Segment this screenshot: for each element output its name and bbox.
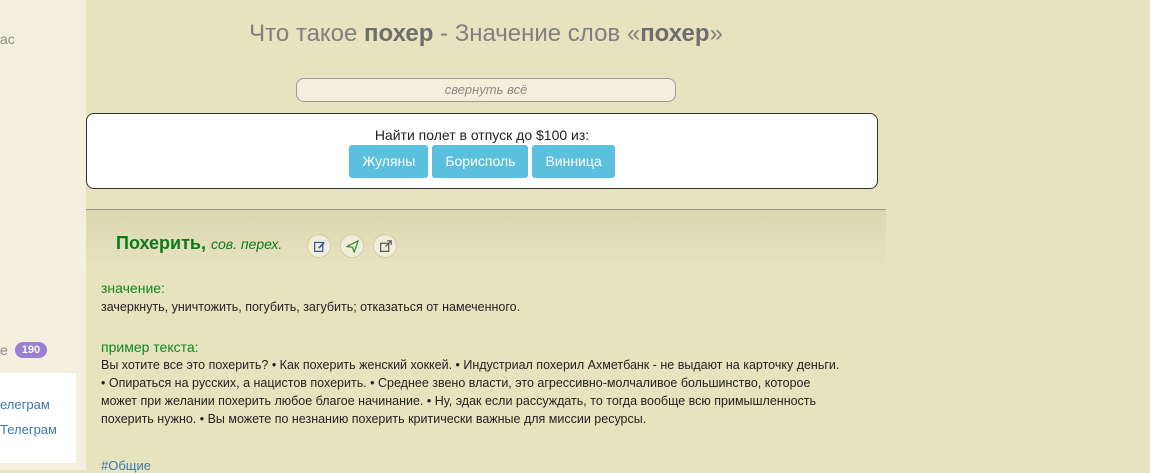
example-line-2: • Опираться на русских, а нацистов похер… <box>101 376 811 390</box>
count-badge: 190 <box>14 342 48 358</box>
entry-actions <box>307 234 397 258</box>
airport-button-vinnytsia[interactable]: Винница <box>532 145 615 178</box>
title-prefix: Что такое <box>249 20 365 47</box>
title-suffix: » <box>709 20 723 47</box>
example-line-3: может при желании похерить любое благое … <box>101 394 817 408</box>
title-word: похер <box>364 20 434 47</box>
example-line-1: Вы хотите все это похерить? • Как похери… <box>101 358 840 372</box>
hashtag-link[interactable]: #Общие <box>101 458 151 473</box>
telegram-link-2[interactable]: Телеграм <box>0 422 57 437</box>
example-label: пример текста: <box>101 339 199 355</box>
sidebar: ас е 190 елеграм Телеграм <box>0 0 86 470</box>
grammar-note: сов. перех. <box>211 236 283 252</box>
meaning-text: зачеркнуть, уничтожить, погубить, загуби… <box>101 300 521 314</box>
sidebar-count-label: е <box>0 342 8 358</box>
title-middle: - Значение слов « <box>433 20 641 47</box>
sidebar-top-text: ас <box>0 31 15 47</box>
telegram-link-1[interactable]: елеграм <box>0 397 50 412</box>
edit-icon[interactable] <box>307 234 331 258</box>
external-link-icon[interactable] <box>373 234 397 258</box>
page-title: Что такое похер - Значение слов «похер» <box>86 20 886 48</box>
sidebar-links-box <box>0 373 76 463</box>
send-icon[interactable] <box>340 234 364 258</box>
headword: Похерить, сов. перех. <box>116 233 282 254</box>
airport-button-boryspil[interactable]: Борисполь <box>432 145 529 178</box>
meaning-label: значение: <box>101 280 165 296</box>
flight-ad-box: Найти полет в отпуск до $100 из: Жуляны … <box>86 113 878 189</box>
sidebar-count-row[interactable]: е 190 <box>0 342 48 358</box>
main-content: Что такое похер - Значение слов «похер» … <box>86 0 886 473</box>
flight-buttons: Жуляны Борисполь Винница <box>87 145 877 178</box>
headword-text: Похерить, <box>116 233 206 253</box>
title-word-2: похер <box>640 20 710 47</box>
airport-button-zhuliany[interactable]: Жуляны <box>349 145 429 178</box>
collapse-all-button[interactable]: свернуть всё <box>296 78 676 102</box>
example-line-4: похерить нужно. • Вы можете по незнанию … <box>101 412 647 426</box>
flight-prompt: Найти полет в отпуск до $100 из: <box>374 127 590 143</box>
